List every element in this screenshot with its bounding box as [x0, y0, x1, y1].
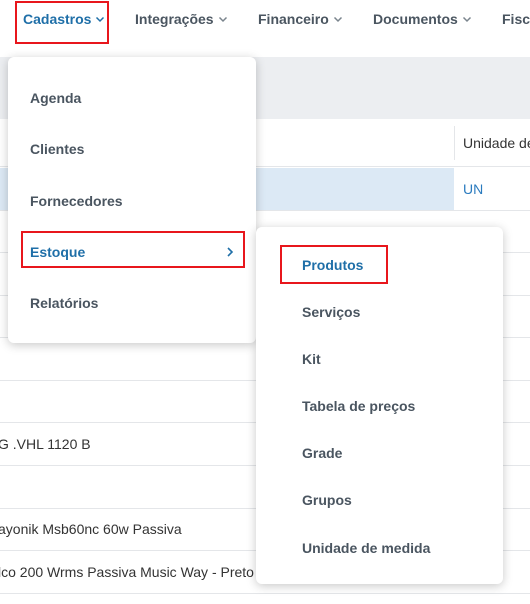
submenu-item-produtos[interactable]: Produtos — [302, 257, 363, 273]
submenu-item-unidade-de-medida[interactable]: Unidade de medida — [302, 540, 430, 556]
nav-item-label: Integrações — [135, 11, 214, 27]
menu-item-relatorios[interactable]: Relatórios — [30, 295, 98, 311]
menu-item-clientes[interactable]: Clientes — [30, 141, 84, 157]
submenu-item-kit[interactable]: Kit — [302, 351, 321, 367]
table-row-description[interactable]: lco 200 Wrms Passiva Music Way - Preto — [0, 564, 254, 580]
nav-item-fiscal[interactable]: Fisc — [502, 0, 530, 38]
chevron-down-icon — [95, 14, 105, 24]
nav-item-documentos[interactable]: Documentos — [373, 0, 472, 38]
submenu-item-tabela-de-precos[interactable]: Tabela de preços — [302, 398, 415, 414]
row-divider — [0, 593, 530, 594]
nav-item-label: Fisc — [502, 11, 530, 27]
column-divider — [454, 126, 455, 160]
nav-item-label: Financeiro — [258, 11, 329, 27]
nav-item-label: Cadastros — [23, 11, 92, 27]
column-header-unit: Unidade de — [463, 135, 530, 151]
chevron-down-icon — [462, 14, 472, 24]
menu-item-estoque[interactable]: Estoque — [30, 244, 85, 260]
submenu-item-grupos[interactable]: Grupos — [302, 492, 352, 508]
nav-item-integracoes[interactable]: Integrações — [135, 0, 228, 38]
nav-item-financeiro[interactable]: Financeiro — [258, 0, 343, 38]
menu-item-agenda[interactable]: Agenda — [30, 90, 81, 106]
menu-item-fornecedores[interactable]: Fornecedores — [30, 193, 123, 209]
table-row-description[interactable]: ayonik Msb60nc 60w Passiva — [0, 521, 182, 537]
submenu-item-servicos[interactable]: Serviços — [302, 304, 360, 320]
chevron-right-icon — [225, 245, 235, 257]
submenu-item-grade[interactable]: Grade — [302, 445, 342, 461]
chevron-down-icon — [218, 14, 228, 24]
nav-item-label: Documentos — [373, 11, 458, 27]
table-row-description[interactable]: G .VHL 1120 B — [0, 436, 91, 452]
chevron-down-icon — [333, 14, 343, 24]
top-navigation: Cadastros Integrações Financeiro Documen… — [0, 0, 530, 57]
nav-item-cadastros[interactable]: Cadastros — [23, 0, 105, 38]
unit-value: UN — [463, 181, 484, 197]
